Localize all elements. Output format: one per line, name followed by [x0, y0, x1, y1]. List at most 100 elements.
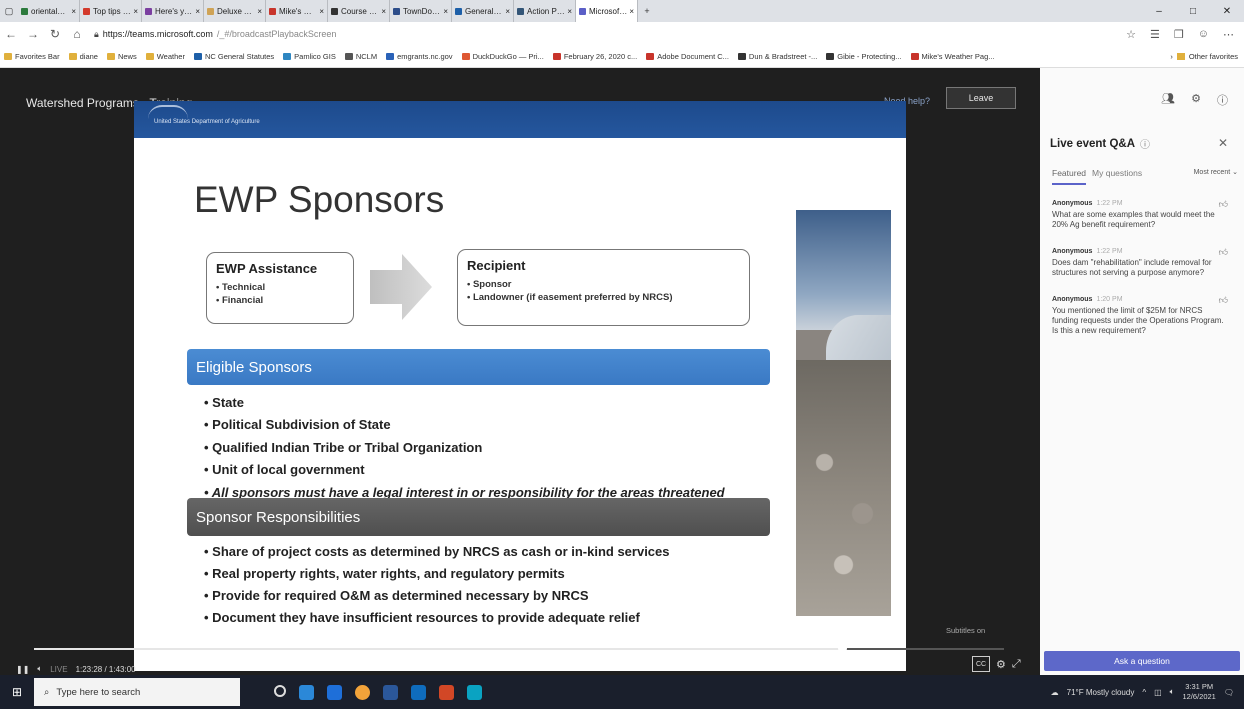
powerpoint-icon[interactable] — [439, 684, 454, 700]
close-tab-icon[interactable]: × — [257, 7, 262, 16]
live-indicator[interactable]: LIVE — [50, 665, 67, 674]
ask-question-button[interactable]: Ask a question — [1044, 651, 1240, 671]
mail-icon[interactable] — [411, 684, 426, 700]
volume-tray-icon[interactable]: 🔈︎ — [1170, 687, 1175, 697]
tab-label: orientalnc.gov/N... — [31, 6, 69, 16]
favorite-item[interactable]: Favorites Bar — [4, 52, 60, 61]
tab-my-questions[interactable]: My questions — [1092, 168, 1142, 185]
chrome-icon[interactable] — [355, 684, 370, 700]
settings-icon[interactable]: ⚙ — [1191, 92, 1201, 108]
minimize-icon[interactable]: – — [1142, 6, 1176, 17]
browser-tab[interactable]: Top tips on buying× — [80, 0, 142, 22]
close-tab-icon[interactable]: × — [629, 7, 634, 16]
pause-icon[interactable]: ❚❚ — [16, 665, 29, 674]
browser-tab[interactable]: orientalnc.gov/N...× — [18, 0, 80, 22]
edge-icon[interactable] — [327, 684, 342, 700]
task-view-icon[interactable] — [299, 684, 314, 700]
favorite-item[interactable]: News — [106, 52, 137, 61]
photo-rocks — [796, 360, 891, 616]
favorite-item[interactable]: diane — [68, 52, 98, 61]
captions-icon[interactable]: CC — [972, 656, 990, 672]
edge-beta-icon[interactable] — [467, 684, 482, 700]
recipient-item: Landowner (if easement preferred by NRCS… — [467, 291, 740, 304]
like-icon[interactable]: 👍︎ — [1219, 295, 1228, 306]
collections-icon[interactable]: ❒ — [1174, 28, 1184, 41]
browser-tab[interactable]: General Statute O× — [452, 0, 514, 22]
tab-featured[interactable]: Featured — [1052, 168, 1087, 185]
help-icon[interactable]: ⓘ — [1140, 136, 1150, 151]
close-tab-icon[interactable]: × — [567, 7, 572, 16]
favorite-icon — [386, 53, 395, 60]
browser-tab[interactable]: Course builds self× — [328, 0, 390, 22]
favorite-item[interactable]: Weather — [145, 52, 185, 61]
info-icon[interactable]: ⓘ — [1217, 92, 1228, 108]
favorite-item[interactable]: Mike's Weather Pag... — [910, 52, 995, 61]
network-icon[interactable]: ◫ — [1154, 688, 1162, 697]
restore-icon[interactable]: □ — [1176, 6, 1210, 17]
favorite-item[interactable]: Dun & Bradstreet -... — [737, 52, 817, 61]
favorite-icon — [461, 53, 470, 60]
tray-overflow-icon[interactable]: ^ — [1142, 688, 1146, 697]
windows-start-icon[interactable]: ⊞ — [0, 685, 34, 699]
scrubber-handle[interactable] — [838, 644, 847, 653]
pinned-apps — [274, 684, 482, 700]
favorites-list-icon[interactable]: ☰ — [1150, 28, 1160, 41]
volume-icon[interactable]: 🔈︎ — [37, 664, 42, 674]
close-tab-icon[interactable]: × — [319, 7, 324, 16]
close-window-icon[interactable]: ✕ — [1210, 6, 1244, 17]
browser-tab[interactable]: Deluxe Antipasto× — [204, 0, 266, 22]
like-icon[interactable]: 👍︎ — [1219, 199, 1228, 210]
browser-tab[interactable]: Here's your Gift Li× — [142, 0, 204, 22]
close-tab-icon[interactable]: × — [505, 7, 510, 16]
favorite-item[interactable]: NCLM — [344, 52, 377, 61]
browser-tab[interactable]: Mike's Weather Pa× — [266, 0, 328, 22]
fullscreen-icon[interactable]: ⤢ — [1012, 658, 1021, 671]
tab-favicon-icon — [207, 7, 214, 15]
settings-icon[interactable]: ⚙ — [996, 658, 1006, 671]
favorite-star-icon[interactable]: ☆ — [1126, 28, 1136, 41]
close-tab-icon[interactable]: × — [195, 7, 200, 16]
more-options-icon[interactable]: ⋯ — [1223, 28, 1234, 41]
close-tab-icon[interactable]: × — [381, 7, 386, 16]
close-icon[interactable]: ✕ — [1218, 136, 1228, 150]
leave-button[interactable]: Leave — [946, 87, 1016, 109]
profile-icon[interactable]: ☺ — [1198, 28, 1209, 41]
back-arrow-icon[interactable]: ← — [0, 27, 22, 41]
cortana-icon[interactable] — [274, 684, 286, 697]
progress-played[interactable] — [34, 648, 844, 650]
word-icon[interactable] — [383, 684, 398, 700]
favorite-item[interactable]: Adobe Document C... — [646, 52, 729, 61]
favorite-item[interactable]: NC General Statutes — [193, 52, 274, 61]
url-field[interactable]: 🔒︎ https://teams.microsoft.com/_#/broadc… — [94, 29, 1126, 40]
browser-tab[interactable]: TownDock.net | O× — [390, 0, 452, 22]
recipient-item: Sponsor — [467, 278, 740, 291]
playback-time: 1:23:28 / 1:43:00 — [75, 664, 136, 674]
forward-arrow-icon[interactable]: → — [22, 27, 44, 41]
sponsor-responsibilities-heading: Sponsor Responsibilities — [187, 498, 770, 536]
clock[interactable]: 3:31 PM 12/6/2021 — [1182, 682, 1215, 702]
favorite-item[interactable]: Pamlico GIS — [283, 52, 336, 61]
notifications-icon[interactable]: 🗨︎ — [1224, 688, 1234, 697]
close-tab-icon[interactable]: × — [133, 7, 138, 16]
weather-text[interactable]: 71°F Mostly cloudy — [1067, 688, 1135, 697]
people-icon[interactable]: 👥︎ — [1161, 92, 1175, 108]
favorite-item[interactable]: DuckDuckGo — Pri... — [461, 52, 544, 61]
sort-dropdown[interactable]: Most recent ⌄ — [1194, 168, 1238, 185]
refresh-icon[interactable]: ↻ — [44, 27, 66, 41]
tab-actions-icon[interactable]: ▢ — [0, 0, 18, 22]
taskbar-search[interactable]: ⌕ Type here to search — [34, 678, 240, 706]
home-icon[interactable]: ⌂ — [66, 27, 88, 41]
like-icon[interactable]: 👍︎ — [1219, 247, 1228, 258]
tab-label: Mike's Weather Pa — [279, 6, 317, 16]
favorite-item[interactable]: Gibie - Protecting... — [826, 52, 902, 61]
close-tab-icon[interactable]: × — [443, 7, 448, 16]
close-tab-icon[interactable]: × — [71, 7, 76, 16]
new-tab-button[interactable]: + — [638, 0, 656, 22]
browser-tab[interactable]: Microsoft Te× — [576, 0, 638, 22]
favorite-item[interactable]: emgrants.nc.gov — [386, 52, 453, 61]
progress-remaining[interactable] — [844, 648, 1004, 650]
browser-tab[interactable]: Action Plans | Reli× — [514, 0, 576, 22]
favorite-item[interactable]: February 26, 2020 c... — [552, 52, 637, 61]
other-favorites[interactable]: › Other favorites — [1170, 52, 1238, 61]
tab-label: Top tips on buying — [93, 6, 132, 16]
